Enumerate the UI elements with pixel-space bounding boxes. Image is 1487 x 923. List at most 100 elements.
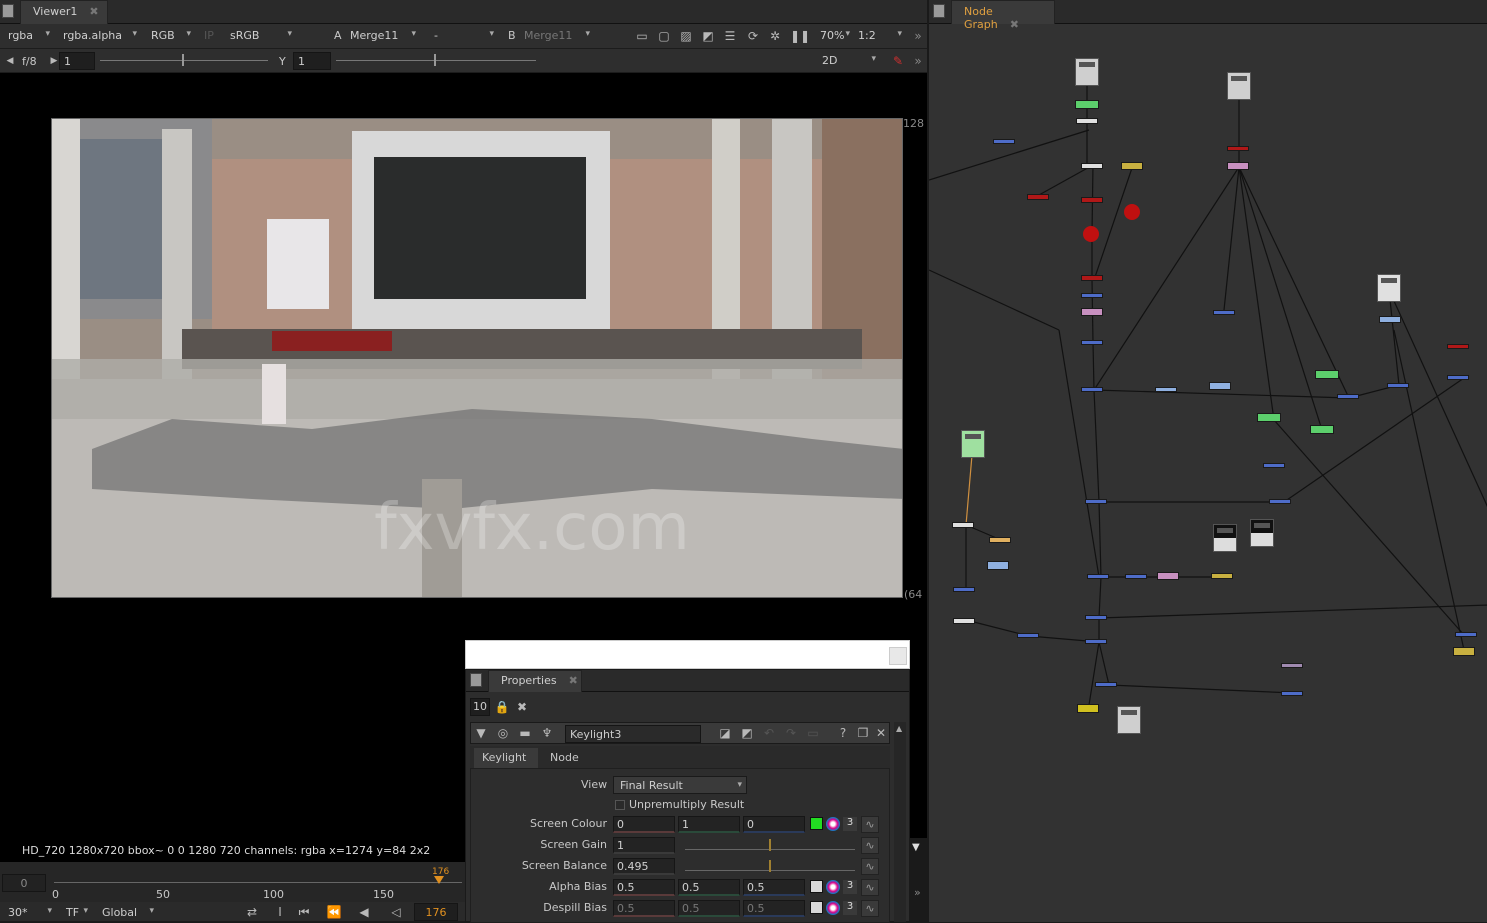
fstop-label[interactable]: f/8 xyxy=(22,55,37,68)
playhead-marker[interactable] xyxy=(434,876,444,884)
options-icon[interactable]: ▭ xyxy=(805,726,821,740)
search-clear-icon[interactable] xyxy=(889,647,907,665)
gain-slider-handle[interactable] xyxy=(182,54,184,66)
dot-node[interactable] xyxy=(1124,204,1140,220)
help-icon[interactable]: ? xyxy=(835,726,851,740)
shuffle-node[interactable] xyxy=(953,618,975,624)
colorcorrect-node[interactable] xyxy=(1227,162,1249,170)
scroll-up-icon[interactable]: ▲ xyxy=(896,724,902,733)
tab-properties[interactable]: Properties ✖ xyxy=(488,670,582,692)
read-node[interactable] xyxy=(1213,524,1237,552)
read-node[interactable] xyxy=(1227,72,1251,100)
transform-node[interactable] xyxy=(1387,383,1409,388)
screen-colour-r-field[interactable]: 0 xyxy=(613,816,675,833)
color-wheel-icon[interactable] xyxy=(826,880,840,894)
channel-count-button[interactable]: 3 xyxy=(843,901,857,915)
close-icon[interactable]: ✕ xyxy=(873,726,889,740)
alpha-bias-swatch[interactable] xyxy=(810,880,823,893)
node-name-field[interactable]: Keylight3 xyxy=(565,725,701,743)
expand-icon[interactable]: » xyxy=(910,54,926,68)
channels-dropdown[interactable]: rgba xyxy=(2,26,54,46)
channel-count-button[interactable]: 3 xyxy=(843,880,857,894)
node-tile-icon[interactable]: ▬ xyxy=(517,726,533,740)
grade-node[interactable] xyxy=(1257,413,1281,422)
screen-gain-slider-handle[interactable] xyxy=(769,839,771,851)
screen-colour-g-field[interactable]: 1 xyxy=(678,816,740,833)
zoom-dropdown[interactable]: 70% xyxy=(814,26,854,46)
color-wheel-icon[interactable] xyxy=(826,901,840,915)
panel-grip-icon[interactable] xyxy=(470,673,482,687)
grade-node[interactable] xyxy=(1075,100,1099,109)
shuffle-node[interactable] xyxy=(952,522,974,528)
transform-node[interactable] xyxy=(1337,394,1359,399)
properties-scrollbar[interactable]: ▲ xyxy=(894,722,906,922)
screen-colour-b-field[interactable]: 0 xyxy=(743,816,805,833)
gamma-slider-handle[interactable] xyxy=(434,54,436,66)
alpha-bias-g-field[interactable]: 0.5 xyxy=(678,879,740,896)
transform-node[interactable] xyxy=(1085,499,1107,504)
max-panels-field[interactable]: 10 xyxy=(470,698,490,716)
screen-colour-swatch[interactable] xyxy=(810,817,823,830)
transform-node[interactable] xyxy=(1125,574,1147,579)
step-back-icon[interactable]: ◀ xyxy=(356,905,372,919)
read-node[interactable] xyxy=(1377,274,1401,302)
colorcorrect-node[interactable] xyxy=(1081,308,1103,316)
roi-icon[interactable]: ▭ xyxy=(634,29,650,43)
b-input-dropdown[interactable]: Merge11 xyxy=(518,26,594,46)
node-graph-panel[interactable]: Node Graph ✖ xyxy=(927,0,1487,922)
despill-bias-r-field[interactable]: 0.5 xyxy=(613,900,675,917)
guides-icon[interactable]: ☰ xyxy=(722,29,738,43)
expand-icon[interactable]: » xyxy=(910,29,926,43)
grade-node[interactable] xyxy=(1315,370,1339,379)
tab-viewer1[interactable]: Viewer1 ✖ xyxy=(20,0,108,24)
back-icon[interactable]: ↷ xyxy=(783,726,799,740)
animation-curve-icon[interactable]: ∿ xyxy=(861,879,879,896)
dot-node[interactable] xyxy=(1083,226,1099,242)
shuffle-node[interactable] xyxy=(1076,118,1098,124)
transform-node[interactable] xyxy=(1085,639,1107,644)
gain-field[interactable]: 1 xyxy=(59,52,95,70)
expand-icon[interactable]: » xyxy=(914,886,921,899)
undo-icon[interactable]: ◪ xyxy=(717,726,733,740)
collapse-icon[interactable]: ▼ xyxy=(473,726,489,740)
panel-grip-icon[interactable] xyxy=(2,4,14,18)
close-icon[interactable]: ✖ xyxy=(89,5,98,18)
screen-balance-slider-handle[interactable] xyxy=(769,860,771,872)
grade-node[interactable] xyxy=(1310,425,1334,434)
overscan-icon[interactable]: ▢ xyxy=(656,29,672,43)
blur-node[interactable] xyxy=(1081,197,1103,203)
reformat-node[interactable] xyxy=(1209,382,1231,390)
tab-node[interactable]: Node xyxy=(542,748,590,768)
despill-bias-b-field[interactable]: 0.5 xyxy=(743,900,805,917)
view-dropdown[interactable]: Final Result xyxy=(613,776,747,794)
timeline-start-field[interactable]: 0 xyxy=(2,874,46,892)
transform-node[interactable] xyxy=(1269,499,1291,504)
transform-node[interactable] xyxy=(1081,387,1103,392)
transform-node[interactable] xyxy=(1447,375,1469,380)
wipe-icon[interactable]: ◩ xyxy=(700,29,716,43)
gamma-field[interactable]: 1 xyxy=(293,52,331,70)
first-frame-icon[interactable]: ⏮ xyxy=(296,905,312,919)
a-input-dropdown[interactable]: Merge11 xyxy=(344,26,420,46)
blur-node[interactable] xyxy=(1027,194,1049,200)
blur-node[interactable] xyxy=(1081,275,1103,281)
transform-node[interactable] xyxy=(1281,691,1303,696)
display-channels-dropdown[interactable]: RGB xyxy=(145,26,195,46)
time-format-dropdown[interactable]: TF xyxy=(60,903,92,923)
alpha-channel-dropdown[interactable]: rgba.alpha xyxy=(57,26,141,46)
animation-curve-icon[interactable]: ∿ xyxy=(861,816,879,833)
read-node[interactable] xyxy=(961,430,985,458)
range-scope-dropdown[interactable]: Global xyxy=(96,903,158,923)
fps-dropdown[interactable]: 30* xyxy=(2,903,56,923)
prev-keyframe-icon[interactable]: ⏪ xyxy=(326,905,342,919)
color-wheel-icon[interactable] xyxy=(826,817,840,831)
transform-node[interactable] xyxy=(1263,463,1285,468)
composite-op-dropdown[interactable]: - xyxy=(428,26,498,46)
lock-icon[interactable]: 🔒 xyxy=(494,700,510,714)
blur-node[interactable] xyxy=(1227,146,1249,151)
viewer-image[interactable]: fxvfx.com xyxy=(51,118,903,598)
gamma-slider[interactable] xyxy=(336,60,536,61)
read-node[interactable] xyxy=(1250,519,1274,547)
transform-node[interactable] xyxy=(1017,633,1039,638)
view-mode-dropdown[interactable]: 2D xyxy=(816,51,880,71)
